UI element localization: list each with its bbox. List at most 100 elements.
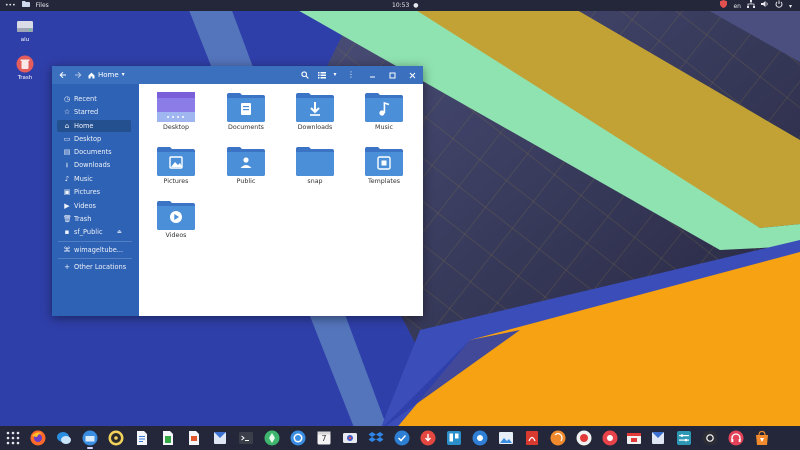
sidebar-item-desktop[interactable]: ▭ Desktop xyxy=(57,133,131,145)
maximize-button[interactable] xyxy=(386,69,398,81)
terminal-app-icon[interactable] xyxy=(702,430,718,446)
documents-folder-icon xyxy=(227,93,265,122)
firefox-icon[interactable] xyxy=(30,430,46,446)
folder-desktop[interactable]: Desktop xyxy=(146,92,206,138)
close-button[interactable] xyxy=(406,69,418,81)
sidebar-item-music[interactable]: ♪ Music xyxy=(57,173,131,185)
shield-icon[interactable] xyxy=(720,0,728,12)
notification-dot-icon: ● xyxy=(413,2,419,9)
folder-public[interactable]: Public xyxy=(216,146,276,192)
clock[interactable]: 10:53 xyxy=(392,0,409,11)
view-dropdown-button[interactable]: ▾ xyxy=(330,69,340,81)
location-path-button[interactable]: Home ▾ xyxy=(88,69,128,81)
document-icon: ▤ xyxy=(63,148,71,156)
calendar-icon[interactable]: 7 xyxy=(316,430,332,446)
folder-snap[interactable]: snap xyxy=(285,146,345,192)
folder-label: Videos xyxy=(165,232,187,239)
sidebar-item-pictures[interactable]: ▣ Pictures xyxy=(57,186,131,198)
store-icon[interactable] xyxy=(754,430,770,446)
check-icon[interactable] xyxy=(394,430,410,446)
headphones-icon[interactable] xyxy=(728,430,744,446)
settings-icon[interactable] xyxy=(676,430,692,446)
photo-app-icon[interactable] xyxy=(602,430,618,446)
folder-downloads[interactable]: Downloads xyxy=(285,92,345,138)
video-icon: ▶ xyxy=(64,202,70,210)
dropbox-icon[interactable] xyxy=(368,430,384,446)
volume-icon[interactable] xyxy=(760,0,769,12)
sidebar-item-trash[interactable]: 🗑 Trash xyxy=(57,213,131,225)
folder-pictures[interactable]: Pictures xyxy=(146,146,206,192)
sidebar-divider xyxy=(58,258,132,259)
shared-drive-icon: ▪ xyxy=(64,228,70,236)
writer-icon[interactable] xyxy=(134,430,150,446)
folder-label: Music xyxy=(375,124,393,131)
folder-music[interactable]: Music xyxy=(354,92,414,138)
rhythmbox-icon[interactable] xyxy=(108,430,124,446)
sidebar-item-recent[interactable]: ◷ Recent xyxy=(57,93,131,105)
chrome-icon[interactable] xyxy=(290,430,306,446)
terminal-icon[interactable] xyxy=(238,430,254,446)
sidebar-item-documents[interactable]: ▤ Documents xyxy=(57,146,131,158)
trello-icon[interactable] xyxy=(446,430,462,446)
sidebar-item-sf-public[interactable]: ▪ sf_Public ⏏ xyxy=(57,226,131,238)
mail-icon[interactable] xyxy=(212,430,228,446)
eject-icon[interactable]: ⏏ xyxy=(117,226,122,238)
download-app-icon[interactable] xyxy=(420,430,436,446)
sidebar-item-label: sf_Public xyxy=(74,228,103,236)
forward-button[interactable] xyxy=(72,69,84,81)
show-apps-icon[interactable] xyxy=(5,430,21,446)
chat-icon[interactable] xyxy=(56,430,72,446)
sidebar-item-home[interactable]: ⌂ Home xyxy=(57,120,131,132)
email-icon[interactable] xyxy=(650,430,666,446)
folder-documents[interactable]: Documents xyxy=(216,92,276,138)
screenshot-icon[interactable] xyxy=(342,430,358,446)
app-name[interactable]: Files xyxy=(36,0,49,11)
power-icon[interactable] xyxy=(775,0,783,12)
pictures-folder-icon xyxy=(157,147,195,176)
network-icon[interactable] xyxy=(746,0,755,12)
desktop-icon-trash[interactable]: Trash xyxy=(5,55,45,81)
folder-videos[interactable]: Videos xyxy=(146,200,206,246)
view-options-button[interactable] xyxy=(316,69,328,81)
folder-icon xyxy=(296,147,334,176)
menu-button[interactable]: ⋮ xyxy=(346,69,356,81)
apps-dots-icon[interactable]: ••• xyxy=(5,0,16,11)
sidebar-divider xyxy=(58,241,132,242)
minimize-button[interactable] xyxy=(366,69,378,81)
clapper-icon[interactable] xyxy=(626,430,642,446)
record-icon[interactable] xyxy=(472,430,488,446)
calc-icon[interactable] xyxy=(160,430,176,446)
files-icon[interactable] xyxy=(82,430,98,449)
sidebar-item-starred[interactable]: ☆ Starred xyxy=(57,106,131,118)
sidebar-item-network[interactable]: ⌘ wimageltube... xyxy=(57,244,131,256)
screen-recorder-icon[interactable] xyxy=(576,430,592,446)
search-button[interactable] xyxy=(299,69,311,81)
pdf-icon[interactable] xyxy=(524,430,540,446)
minimize-icon xyxy=(369,76,375,78)
desktop-icon-home[interactable]: alu xyxy=(5,17,45,43)
chevron-down-icon: ▾ xyxy=(121,71,125,78)
sidebar-item-other-locations[interactable]: + Other Locations xyxy=(57,261,131,273)
desktop-icon-label: Trash xyxy=(17,75,33,81)
trash-icon xyxy=(16,55,34,73)
trash-icon: 🗑 xyxy=(63,215,72,223)
plus-icon: + xyxy=(64,263,70,271)
desktop-folder-icon xyxy=(157,92,195,122)
chevron-down-icon[interactable]: ▾ xyxy=(789,1,792,12)
sidebar-item-label: Videos xyxy=(74,202,96,210)
back-button[interactable] xyxy=(57,69,69,81)
maximize-icon xyxy=(389,72,395,79)
home-icon: ⌂ xyxy=(64,122,70,130)
impress-icon[interactable] xyxy=(186,430,202,446)
home-icon xyxy=(88,72,95,78)
tor-icon[interactable] xyxy=(264,430,280,446)
downloads-folder-icon xyxy=(296,93,334,122)
arrow-right-icon xyxy=(75,71,82,79)
folder-templates[interactable]: Templates xyxy=(354,146,414,192)
sidebar-item-label: Home xyxy=(74,122,94,130)
sidebar-item-downloads[interactable]: ⭳ Downloads xyxy=(57,159,131,171)
sidebar-item-videos[interactable]: ▶ Videos xyxy=(57,200,131,212)
language-indicator[interactable]: en xyxy=(733,1,741,12)
music-player-icon[interactable] xyxy=(550,430,566,446)
image-viewer-icon[interactable] xyxy=(498,430,514,446)
